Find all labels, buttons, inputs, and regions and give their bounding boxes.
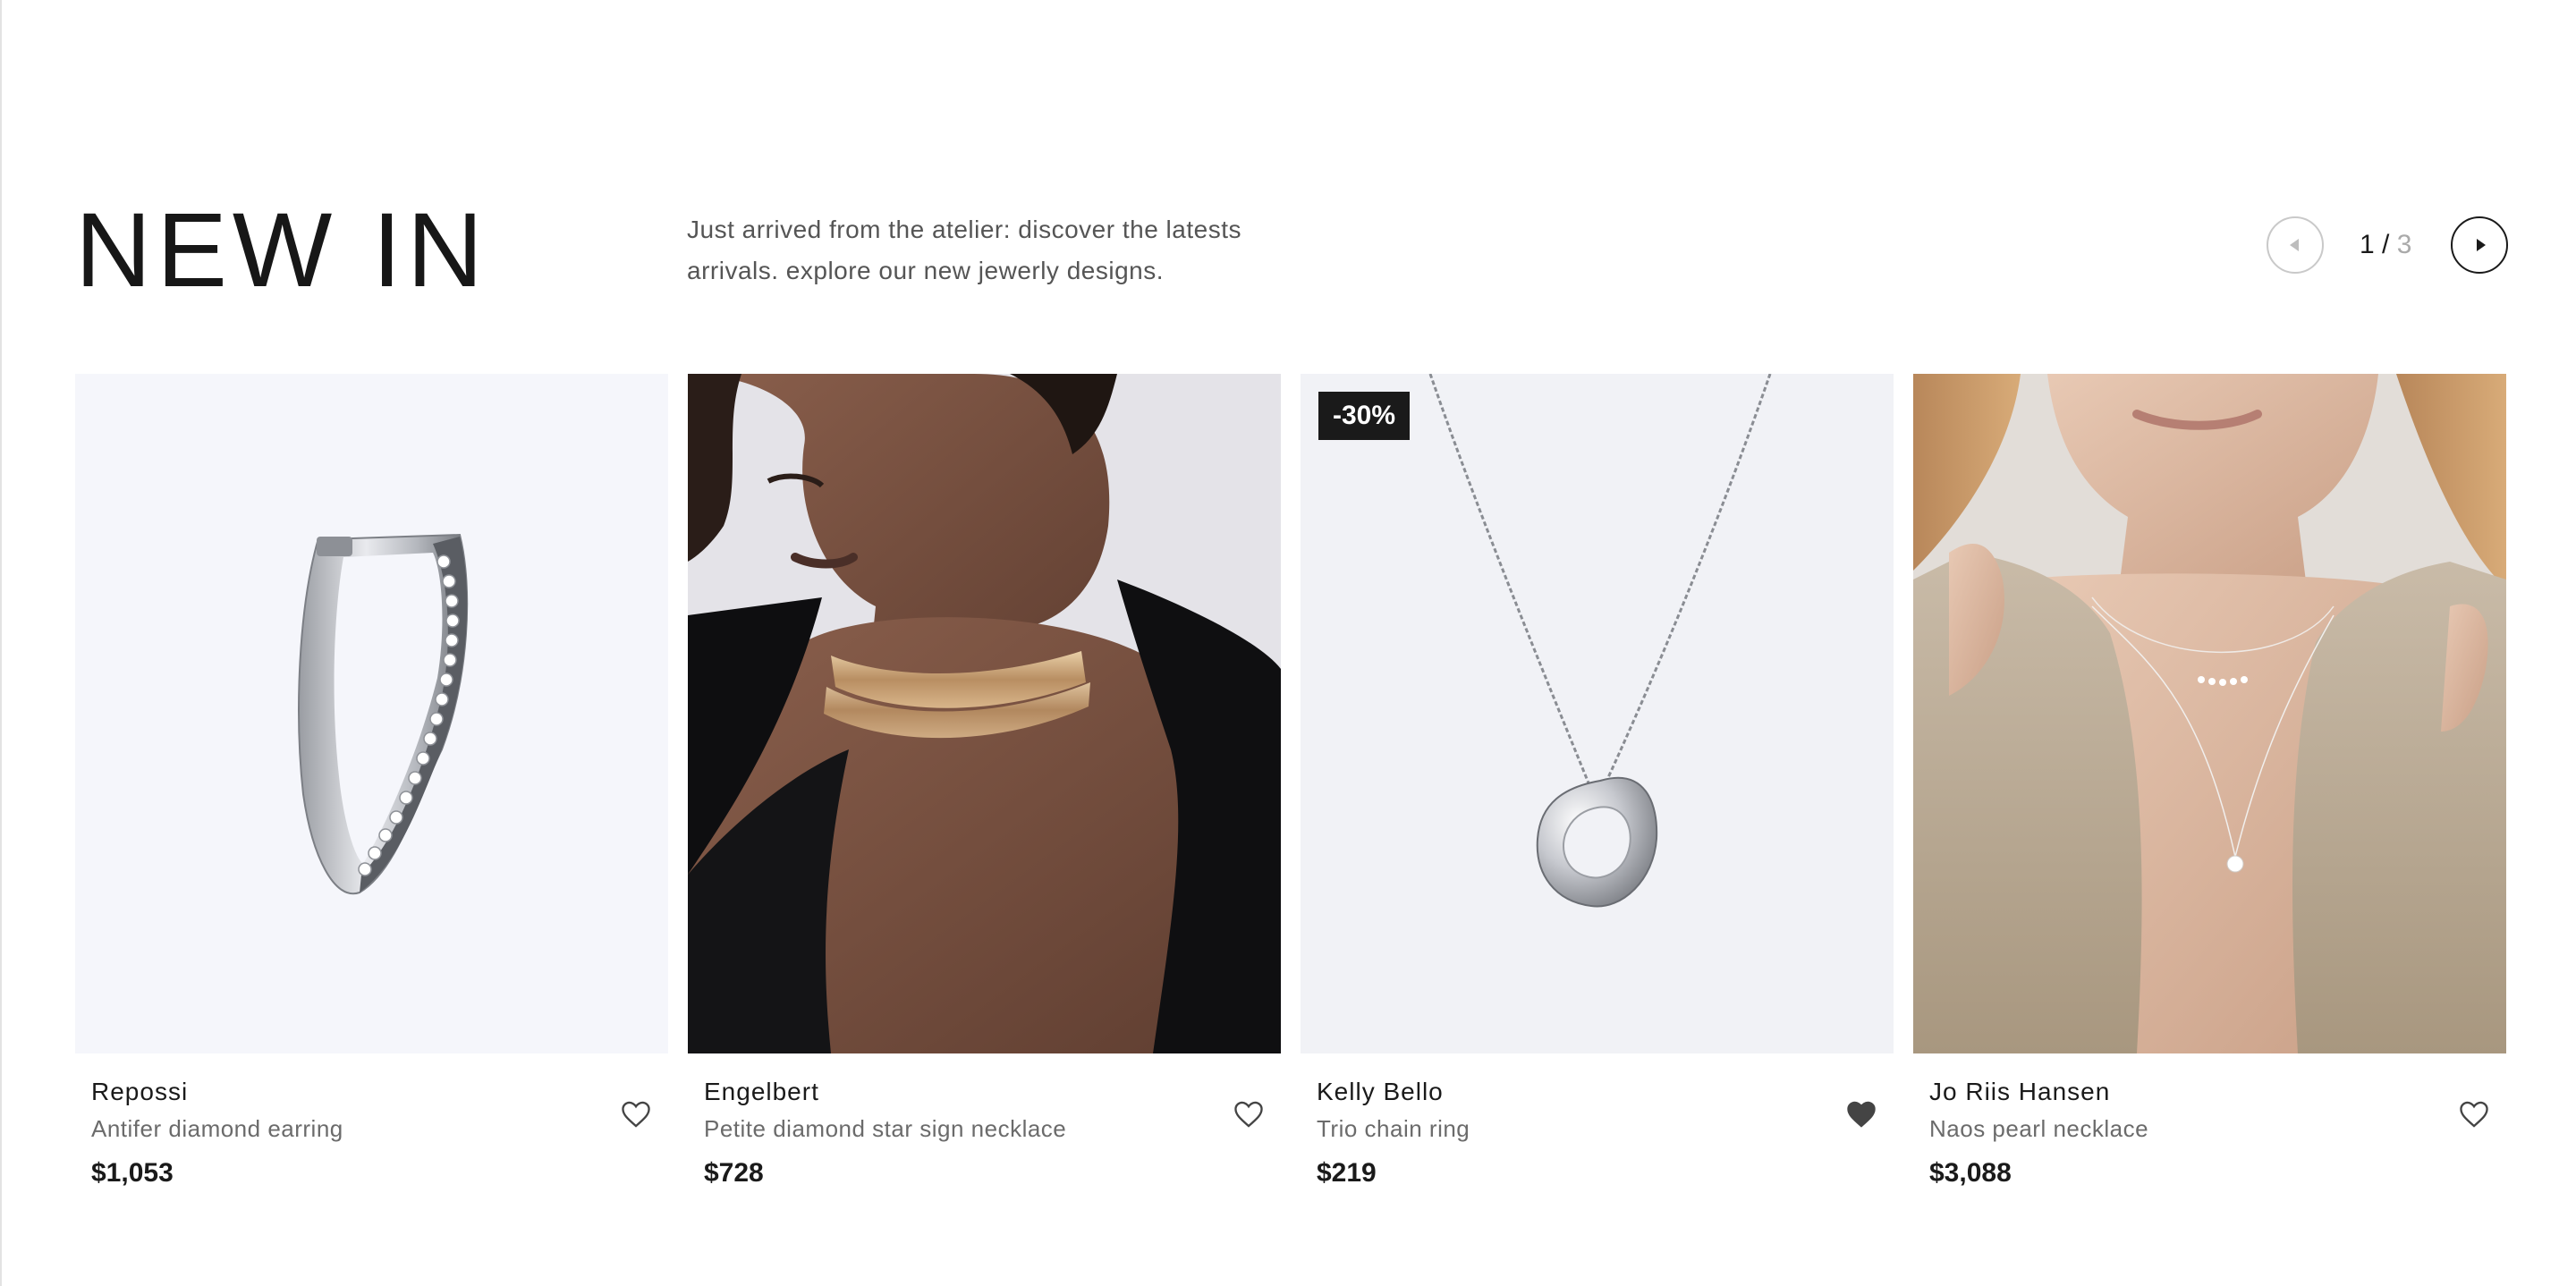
product-card[interactable]: Engelbert Petite diamond star sign neckl…	[688, 374, 1281, 1189]
product-price: $3,088	[1929, 1158, 2012, 1188]
product-brand[interactable]: Jo Riis Hansen	[1929, 1077, 2490, 1107]
product-name[interactable]: Petite diamond star sign necklace	[704, 1114, 1265, 1143]
pendant-image	[1428, 374, 1772, 908]
model-photo-image	[688, 374, 1281, 1053]
product-info: Jo Riis Hansen Naos pearl necklace $3,08…	[1913, 1077, 2506, 1189]
page-current: 1	[2360, 230, 2375, 259]
product-image[interactable]: -30%	[1301, 374, 1894, 1053]
product-card[interactable]: Jo Riis Hansen Naos pearl necklace $3,08…	[1913, 374, 2506, 1189]
page-separator: /	[2382, 230, 2390, 259]
carousel-pager: 1 / 3	[2267, 216, 2508, 275]
product-info: Kelly Bello Trio chain ring $219	[1301, 1077, 1894, 1189]
product-info: Repossi Antifer diamond earring $1,053	[75, 1077, 668, 1189]
product-price: $219	[1317, 1158, 1377, 1188]
section-subtitle: Just arrived from the atelier: discover …	[687, 216, 1241, 284]
heart-icon[interactable]	[2458, 1100, 2490, 1129]
heart-icon[interactable]	[620, 1100, 652, 1129]
section-title: NEW IN	[75, 191, 489, 309]
heart-filled-icon[interactable]	[1845, 1100, 1877, 1129]
product-brand[interactable]: Engelbert	[704, 1077, 1265, 1107]
page-frame: NEW IN Just arrived from the atelier: di…	[0, 0, 2576, 1286]
prev-button[interactable]	[2267, 216, 2324, 274]
product-name[interactable]: Antifer diamond earring	[91, 1114, 652, 1143]
product-name[interactable]: Naos pearl necklace	[1929, 1114, 2490, 1143]
model-photo-image	[1913, 374, 2506, 1053]
section-header: NEW IN Just arrived from the atelier: di…	[75, 197, 2508, 304]
product-image[interactable]	[1913, 374, 2506, 1053]
product-price: $728	[704, 1158, 764, 1188]
product-brand[interactable]: Repossi	[91, 1077, 652, 1107]
product-info: Engelbert Petite diamond star sign neckl…	[688, 1077, 1281, 1189]
product-price: $1,053	[91, 1158, 174, 1188]
product-card[interactable]: -30% Kelly Bello Trio chain ring $219	[1301, 374, 1894, 1189]
heart-icon[interactable]	[1233, 1100, 1265, 1129]
product-card[interactable]: Repossi Antifer diamond earring $1,053	[75, 374, 668, 1189]
product-image[interactable]	[75, 374, 668, 1053]
chevron-left-icon	[2290, 239, 2299, 251]
next-button[interactable]	[2451, 216, 2508, 274]
page-total: 3	[2396, 230, 2412, 259]
earring-image	[298, 533, 469, 895]
chevron-right-icon	[2476, 239, 2486, 251]
product-brand[interactable]: Kelly Bello	[1317, 1077, 1877, 1107]
product-image[interactable]	[688, 374, 1281, 1053]
page-counter: 1 / 3	[2360, 229, 2411, 261]
product-name[interactable]: Trio chain ring	[1317, 1114, 1877, 1143]
discount-badge: -30%	[1318, 392, 1411, 440]
